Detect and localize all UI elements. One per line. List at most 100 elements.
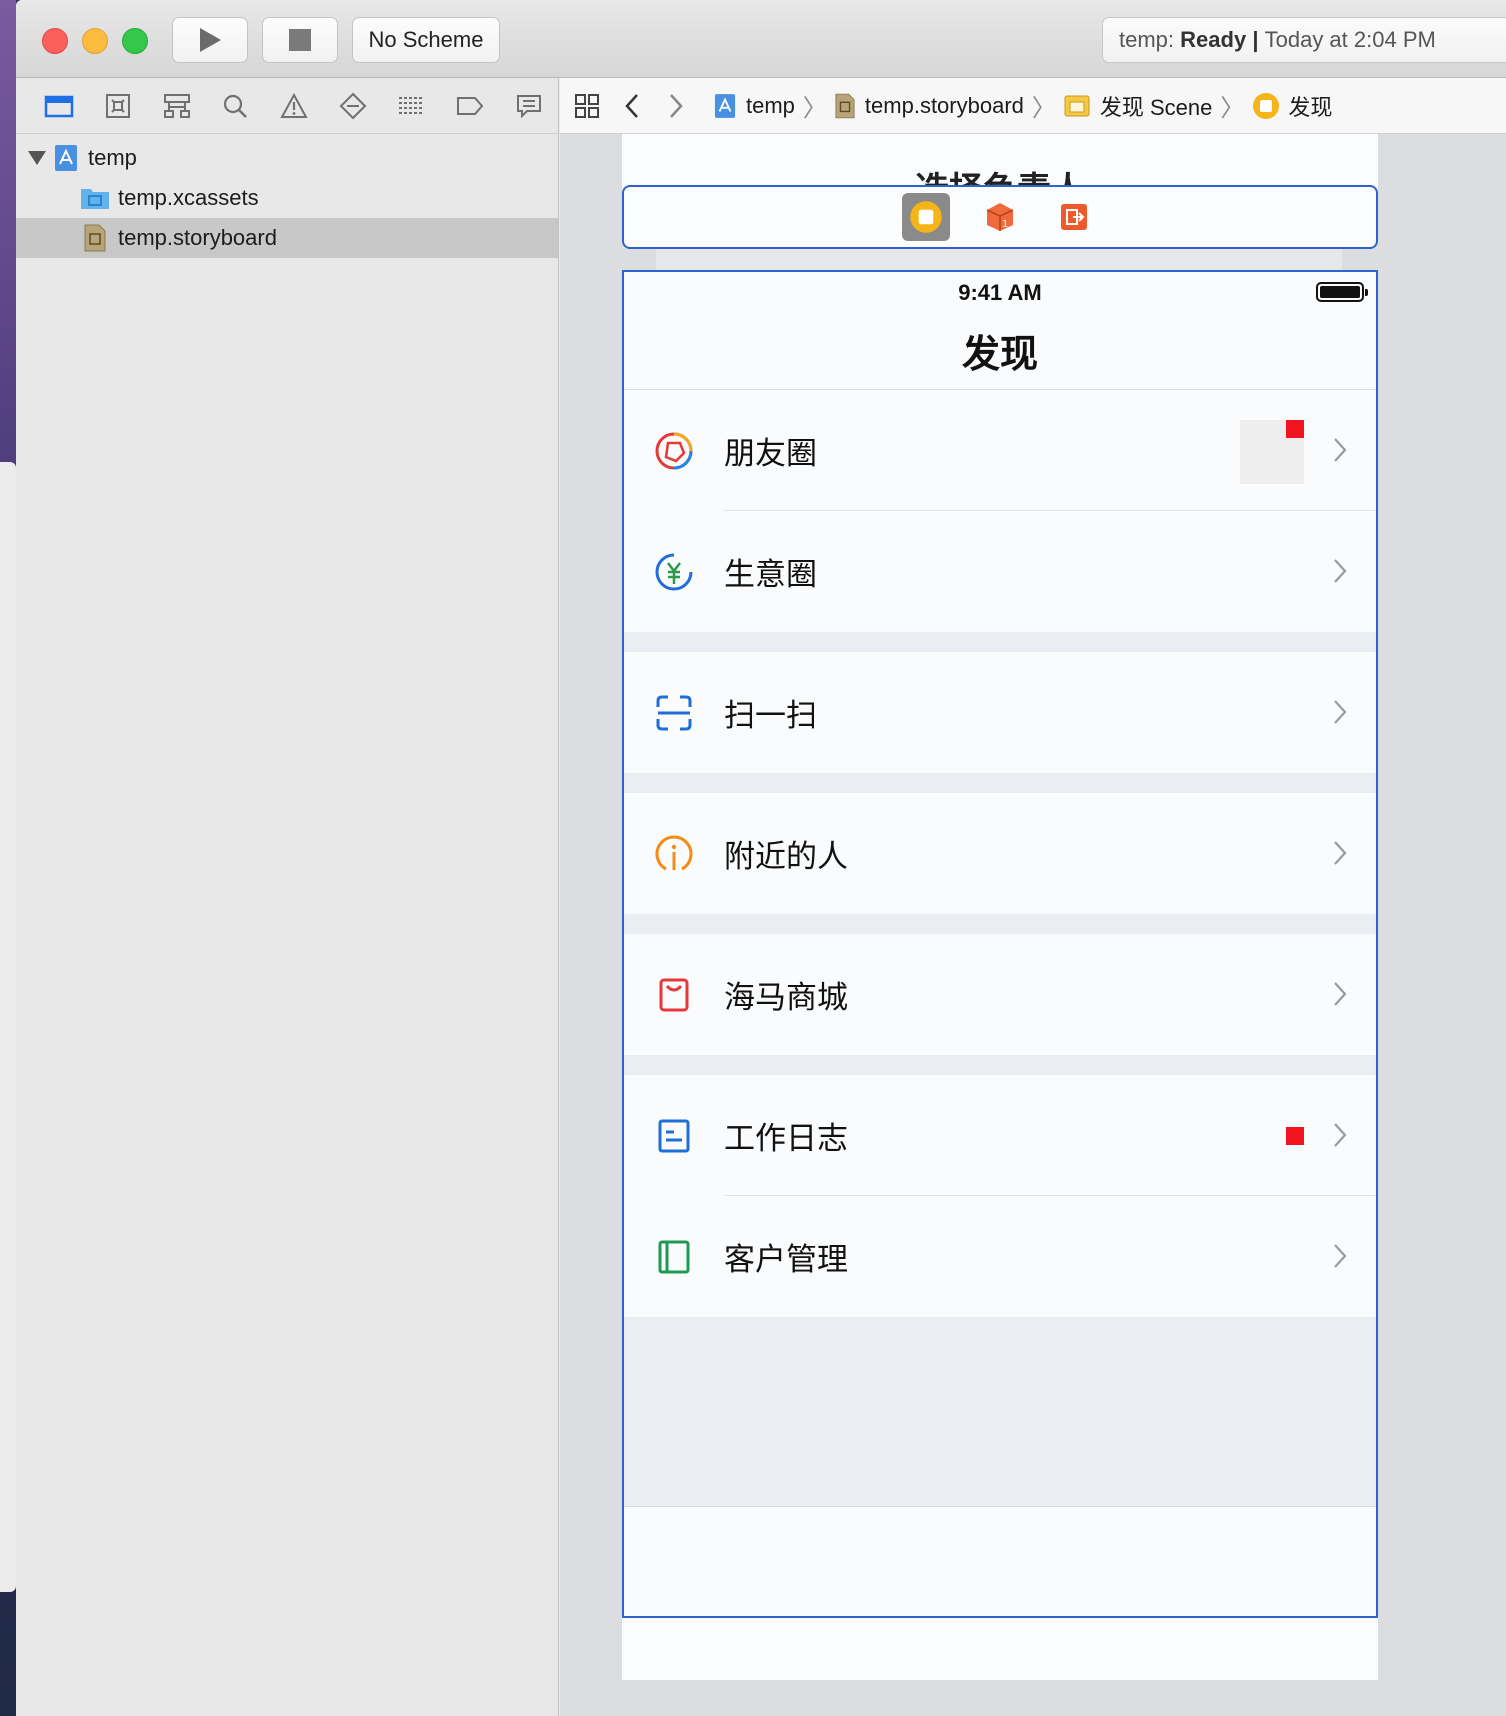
jump-item-scene[interactable]: 发现 Scene bbox=[1064, 90, 1212, 122]
storyboard-icon bbox=[835, 93, 855, 118]
table-cell-nearby[interactable]: 附近的人 bbox=[624, 793, 1376, 914]
jump-item-storyboard[interactable]: temp.storyboard bbox=[835, 93, 1024, 119]
cell-label: 朋友圈 bbox=[724, 436, 817, 471]
jump-item-controller[interactable]: 发现 bbox=[1252, 90, 1332, 122]
chevron-right-icon bbox=[670, 93, 683, 118]
project-icon bbox=[714, 93, 736, 118]
section-separator bbox=[624, 1055, 1376, 1075]
chevron-right-icon bbox=[1334, 1244, 1347, 1268]
badge-dot bbox=[1286, 1127, 1304, 1145]
chevron-left-icon bbox=[625, 93, 638, 118]
jump-label: 发现 bbox=[1288, 94, 1333, 120]
cell-label: 海马商城 bbox=[724, 980, 848, 1015]
next-scene-edge bbox=[622, 1618, 1378, 1680]
tab-report-navigator[interactable] bbox=[499, 86, 558, 126]
back-button[interactable] bbox=[624, 93, 640, 119]
table-cell-moments[interactable]: 朋友圈 bbox=[624, 390, 1376, 511]
svg-text:1: 1 bbox=[1002, 219, 1008, 230]
chevron-right-icon bbox=[1334, 1123, 1347, 1147]
project-icon bbox=[55, 145, 77, 171]
toolbar: No Scheme temp: Ready | Today at 2:04 PM bbox=[16, 0, 1506, 78]
tab-project-navigator[interactable] bbox=[30, 86, 89, 126]
jump-label: temp bbox=[746, 92, 795, 118]
table-cell-worklog[interactable]: 工作日志 bbox=[624, 1075, 1376, 1196]
storyboard-canvas[interactable]: 选择负责人 1 9:41 AM 发现 朋友圈 生意圈 扫一扫 附近的人 海马商城… bbox=[560, 134, 1506, 1716]
tree-item-label: temp bbox=[88, 145, 137, 170]
find-icon bbox=[224, 94, 248, 118]
status-project: temp: bbox=[1119, 27, 1175, 52]
disclosure-triangle-icon[interactable] bbox=[28, 151, 46, 165]
tree-item-label: temp.storyboard bbox=[118, 225, 277, 250]
table-cell-scan[interactable]: 扫一扫 bbox=[624, 652, 1376, 773]
stop-icon bbox=[289, 29, 311, 51]
chevron-right-icon bbox=[1334, 438, 1347, 462]
chevron-separator-icon: 〉 bbox=[1220, 95, 1245, 122]
cell-label: 附近的人 bbox=[724, 839, 848, 874]
first-responder-icon: 1 bbox=[986, 203, 1014, 231]
debug-icon bbox=[399, 96, 424, 114]
tab-issue-navigator[interactable] bbox=[265, 86, 324, 126]
dock-view-controller[interactable] bbox=[902, 193, 950, 241]
jump-label: temp.storyboard bbox=[864, 92, 1024, 118]
tab-source-control[interactable] bbox=[89, 86, 148, 126]
table-cell-customer[interactable]: 客户管理 bbox=[624, 1196, 1376, 1317]
scene-dock: 1 bbox=[622, 185, 1378, 249]
hierarchy-icon bbox=[163, 93, 190, 118]
tab-test-navigator[interactable] bbox=[323, 86, 382, 126]
badge-dot bbox=[1286, 420, 1304, 438]
jump-item-project[interactable]: temp bbox=[714, 93, 795, 119]
background-window-edge bbox=[0, 462, 16, 1592]
view-controller-icon bbox=[910, 201, 942, 233]
moments-icon bbox=[652, 429, 696, 473]
grid-icon bbox=[575, 93, 599, 118]
editor-area: temp 〉 temp.storyboard 〉 发现 Scene 〉 发现 选… bbox=[560, 78, 1506, 1716]
dock-first-responder[interactable]: 1 bbox=[976, 193, 1024, 241]
forward-button[interactable] bbox=[668, 93, 684, 119]
issue-icon bbox=[280, 92, 308, 118]
chevron-right-icon bbox=[1334, 982, 1347, 1006]
section-separator bbox=[624, 632, 1376, 652]
section-separator bbox=[624, 773, 1376, 793]
customer-icon bbox=[652, 1235, 696, 1279]
activity-status: temp: Ready | Today at 2:04 PM bbox=[1102, 17, 1506, 63]
status-separator: | bbox=[1252, 27, 1259, 52]
minimize-window-button[interactable] bbox=[82, 28, 108, 54]
cell-label: 扫一扫 bbox=[724, 698, 817, 733]
tree-item-xcassets[interactable]: temp.xcassets bbox=[16, 178, 558, 218]
exit-icon bbox=[1061, 204, 1087, 230]
test-icon bbox=[339, 92, 367, 119]
scheme-label: No Scheme bbox=[368, 27, 484, 52]
close-window-button[interactable] bbox=[42, 28, 68, 54]
table-cell-shop[interactable]: 海马商城 bbox=[624, 934, 1376, 1055]
chevron-separator-icon: 〉 bbox=[1031, 95, 1056, 122]
table-cell-business[interactable]: 生意圈 bbox=[624, 511, 1376, 632]
status-bar: 9:41 AM bbox=[624, 272, 1376, 312]
report-icon bbox=[516, 94, 541, 118]
storyboard-icon bbox=[84, 224, 106, 252]
cell-label: 生意圈 bbox=[724, 557, 817, 592]
run-button[interactable] bbox=[172, 17, 248, 63]
chevron-right-icon bbox=[1334, 559, 1347, 583]
asset-catalog-icon bbox=[81, 189, 109, 209]
tab-debug-navigator[interactable] bbox=[382, 86, 441, 126]
related-items-button[interactable] bbox=[574, 93, 600, 119]
section-separator bbox=[624, 914, 1376, 934]
stop-button[interactable] bbox=[262, 17, 338, 63]
tab-breakpoint-navigator[interactable] bbox=[441, 86, 500, 126]
nav-bar-title: 发现 bbox=[624, 312, 1376, 390]
shop-icon bbox=[652, 973, 696, 1017]
status-state: Ready bbox=[1180, 27, 1247, 52]
tab-symbol-navigator[interactable] bbox=[147, 86, 206, 126]
tree-item-storyboard[interactable]: temp.storyboard bbox=[16, 218, 558, 258]
view-controller-icon bbox=[1253, 92, 1280, 119]
tree-item-project[interactable]: temp bbox=[16, 138, 558, 178]
tab-find-navigator[interactable] bbox=[206, 86, 265, 126]
play-icon bbox=[200, 28, 221, 52]
dock-exit[interactable] bbox=[1050, 193, 1098, 241]
scheme-selector[interactable]: No Scheme bbox=[352, 17, 500, 63]
zoom-window-button[interactable] bbox=[122, 28, 148, 54]
discover-scene[interactable]: 9:41 AM 发现 朋友圈 生意圈 扫一扫 附近的人 海马商城 工作日志 客户… bbox=[622, 270, 1378, 1618]
business-icon bbox=[652, 550, 696, 594]
breakpoint-icon bbox=[457, 96, 484, 115]
navigator-tabs bbox=[16, 78, 558, 134]
